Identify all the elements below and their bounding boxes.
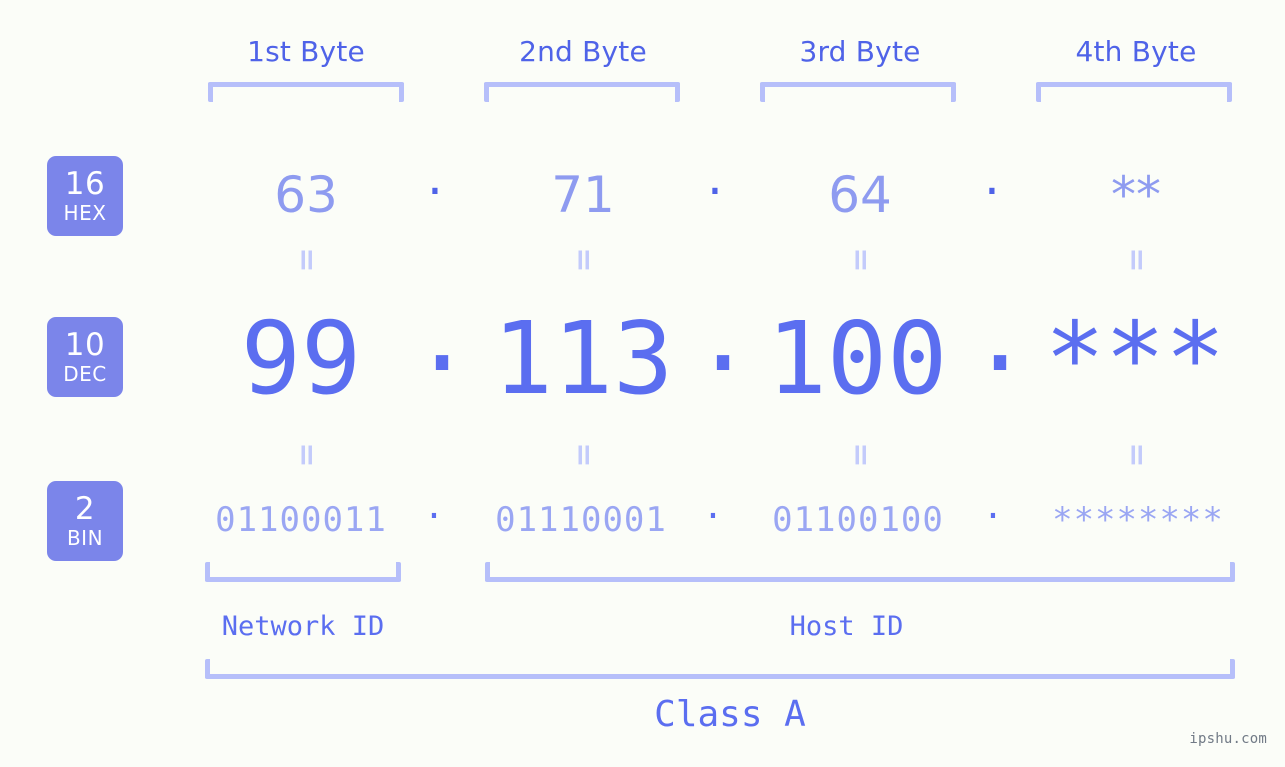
- bin-value-byte-4: ********: [1052, 500, 1224, 540]
- host-id-bracket: [485, 562, 1235, 582]
- hex-value-byte-4: **: [1111, 166, 1161, 224]
- equals-separator-dec-bin-2: =: [566, 442, 601, 468]
- equals-separator-hex-dec-4: =: [1119, 247, 1154, 273]
- hex-value-byte-2: 71: [551, 166, 615, 224]
- byte-header-label-2: 2nd Byte: [519, 35, 647, 68]
- bin-value-byte-3: 01100100: [772, 500, 944, 540]
- dec-value-byte-3: 100: [766, 300, 948, 417]
- class-bracket: [205, 659, 1235, 679]
- hex-value-byte-3: 64: [828, 166, 892, 224]
- hex-value-byte-1: 63: [274, 166, 338, 224]
- equals-separator-hex-dec-3: =: [843, 247, 878, 273]
- equals-separator-dec-bin-3: =: [843, 442, 878, 468]
- dec-value-byte-1: 99: [240, 300, 362, 417]
- byte-header-label-4: 4th Byte: [1075, 35, 1197, 68]
- dec-value-byte-4: ***: [1044, 300, 1226, 417]
- byte-bracket-2: [484, 82, 680, 102]
- hex-row: 63 . 71 . 64 . **: [0, 150, 1285, 240]
- ip-byte-breakdown-diagram: 1st Byte 2nd Byte 3rd Byte 4th Byte 16 H…: [0, 0, 1285, 767]
- dec-value-byte-2: 113: [492, 300, 674, 417]
- dec-row: 99 . 113 . 100 . ***: [0, 286, 1285, 418]
- bin-value-byte-2: 01110001: [495, 500, 667, 540]
- host-id-label: Host ID: [789, 611, 904, 642]
- network-id-label: Network ID: [221, 611, 385, 642]
- equals-separator-hex-dec-2: =: [566, 247, 601, 273]
- site-watermark: ipshu.com: [1189, 731, 1267, 747]
- bin-row: 01100011 . 01110001 . 01100100 . *******…: [0, 485, 1285, 555]
- bin-value-byte-1: 01100011: [215, 500, 387, 540]
- byte-header-label-1: 1st Byte: [247, 35, 365, 68]
- byte-bracket-3: [760, 82, 956, 102]
- equals-separator-dec-bin-1: =: [289, 442, 324, 468]
- byte-bracket-1: [208, 82, 404, 102]
- equals-separator-dec-bin-4: =: [1119, 442, 1154, 468]
- byte-bracket-4: [1036, 82, 1232, 102]
- equals-separator-hex-dec-1: =: [289, 247, 324, 273]
- class-label: Class A: [654, 694, 806, 735]
- byte-header-label-3: 3rd Byte: [799, 35, 921, 68]
- network-id-bracket: [205, 562, 401, 582]
